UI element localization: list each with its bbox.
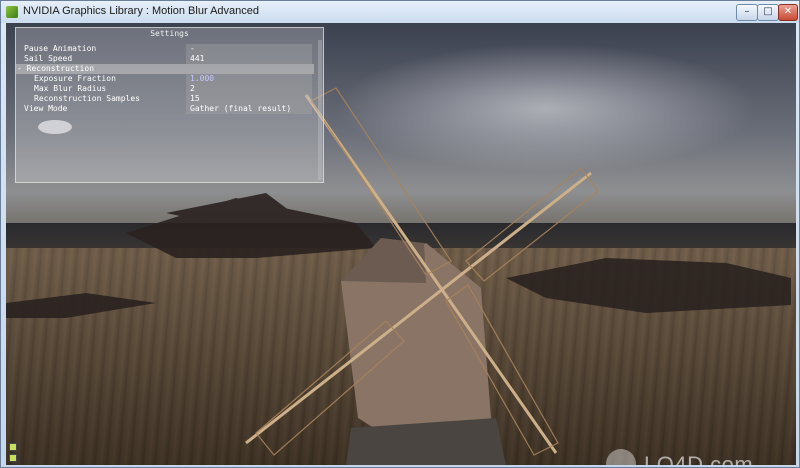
setting-row-max-blur-radius[interactable]: Max Blur Radius 2: [16, 84, 314, 94]
value-field: [186, 54, 312, 64]
setting-label: Exposure Fraction: [34, 74, 116, 83]
setting-label: Sail Speed: [24, 54, 73, 63]
settings-title: Settings: [150, 29, 189, 38]
close-button[interactable]: ✕: [778, 4, 798, 21]
settings-panel[interactable]: Settings Pause Animation - Sail Speed 44…: [15, 27, 324, 183]
viewport-corner-icon[interactable]: [9, 454, 17, 462]
setting-group-label: - Reconstruction: [17, 64, 95, 73]
setting-label: Pause Animation: [24, 44, 97, 53]
setting-value[interactable]: -: [190, 44, 195, 53]
setting-value[interactable]: 2: [190, 84, 195, 93]
setting-label: Max Blur Radius: [34, 84, 107, 93]
setting-value[interactable]: 1.000: [190, 74, 214, 83]
maximize-button[interactable]: □: [757, 4, 779, 21]
window-title: NVIDIA Graphics Library : Motion Blur Ad…: [23, 5, 259, 17]
setting-row-reconstruction-samples[interactable]: Reconstruction Samples 15: [16, 94, 314, 104]
setting-label: View Mode: [24, 104, 68, 113]
app-window: NVIDIA Graphics Library : Motion Blur Ad…: [0, 0, 800, 468]
settings-scrollbar[interactable]: [318, 40, 322, 180]
setting-value[interactable]: 15: [190, 94, 200, 103]
setting-row-sail-speed[interactable]: Sail Speed 441: [16, 54, 314, 64]
lo4d-logo-icon: [606, 449, 636, 465]
lo4d-text: LO4D.com: [644, 452, 754, 465]
value-field: [186, 44, 312, 54]
minimize-button[interactable]: –: [736, 4, 758, 21]
setting-group-reconstruction[interactable]: - Reconstruction: [16, 64, 314, 74]
setting-row-exposure-fraction[interactable]: Exposure Fraction 1.000: [16, 74, 314, 84]
setting-label: Reconstruction Samples: [34, 94, 140, 103]
viewport-corner-icon[interactable]: [9, 443, 17, 451]
title-bar[interactable]: NVIDIA Graphics Library : Motion Blur Ad…: [1, 1, 799, 23]
lo4d-watermark: LO4D.com: [606, 443, 796, 465]
value-field: [186, 84, 312, 94]
value-field: [186, 94, 312, 104]
setting-value[interactable]: Gather (final result): [190, 104, 291, 113]
setting-row-pause-animation[interactable]: Pause Animation -: [16, 44, 314, 54]
app-icon: [6, 6, 18, 18]
render-viewport[interactable]: Settings Pause Animation - Sail Speed 44…: [6, 23, 796, 465]
setting-value[interactable]: 441: [190, 54, 204, 63]
setting-row-view-mode[interactable]: View Mode Gather (final result): [16, 104, 314, 114]
